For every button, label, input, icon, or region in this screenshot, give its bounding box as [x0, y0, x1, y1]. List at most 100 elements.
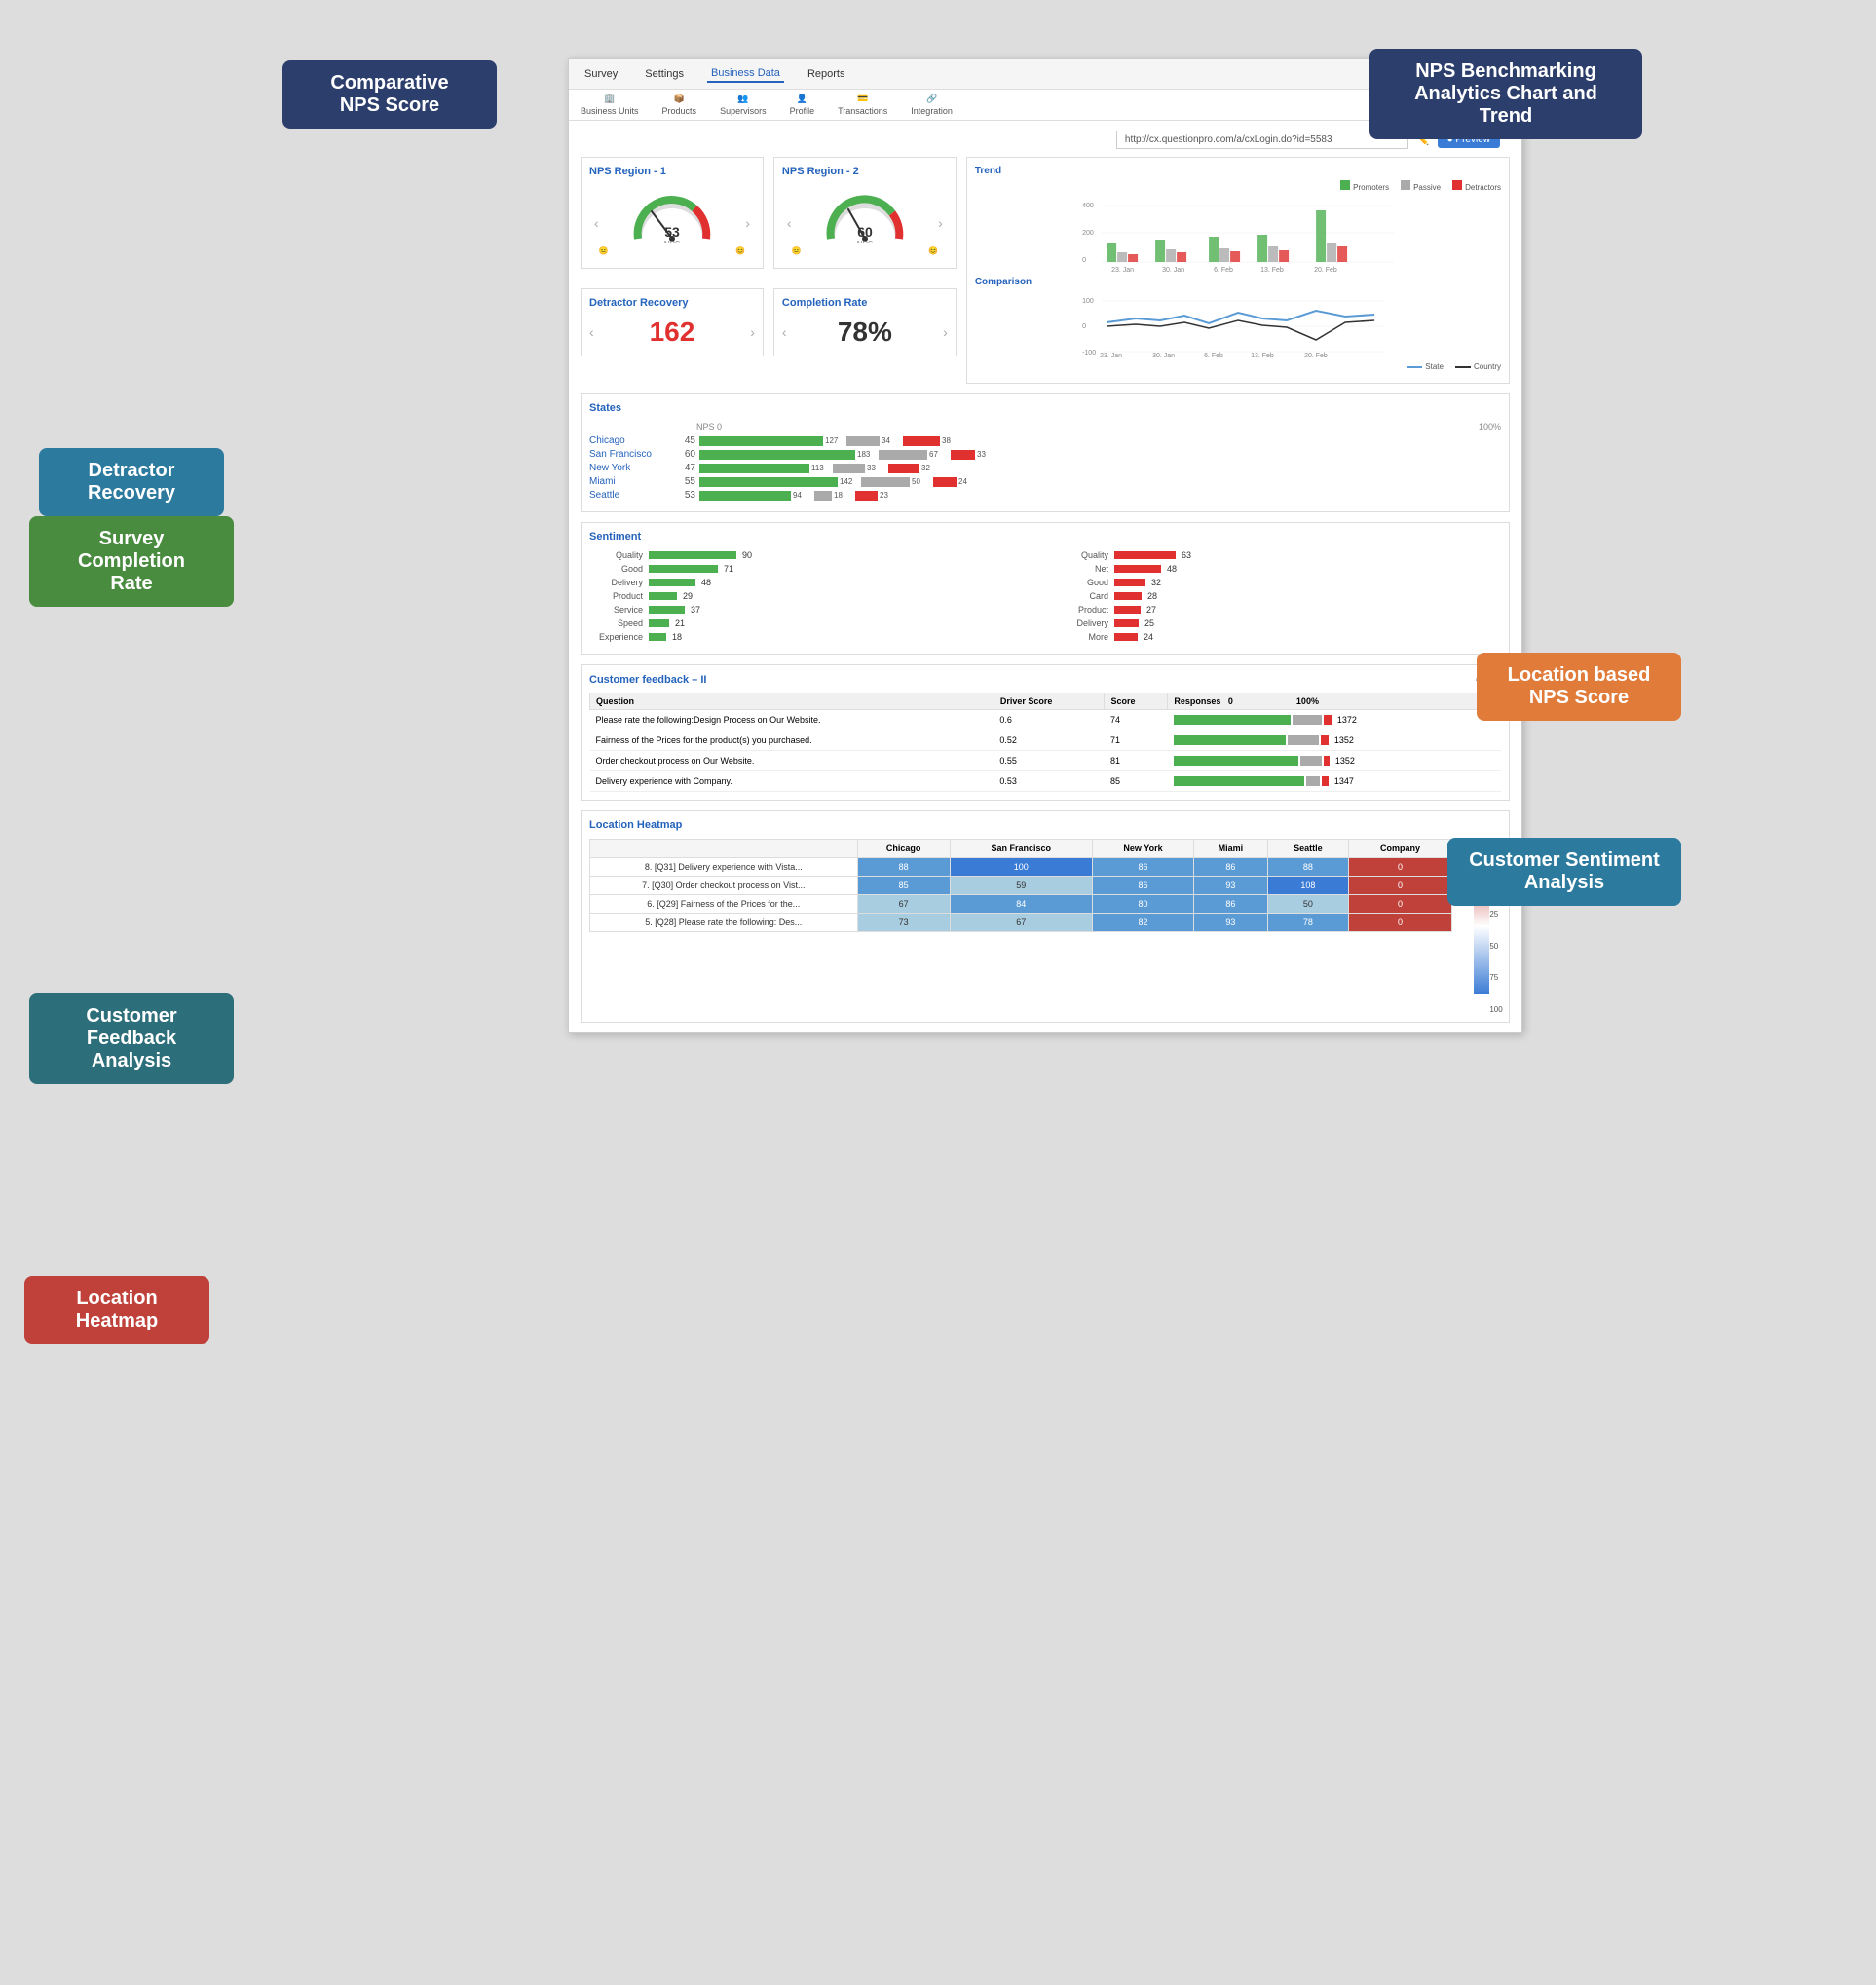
heatmap-section: Location Heatmap Chicago San Francisco N… [581, 810, 1510, 1023]
heatmap-row-1: 8. [Q31] Delivery experience with Vista.… [590, 858, 1452, 877]
feedback-row-3: Order checkout process on Our Website. 0… [590, 751, 1501, 771]
nav-reports[interactable]: Reports [804, 66, 849, 82]
state-row-miami: Miami 55 142 50 24 [589, 476, 1501, 487]
nps-region1-title: NPS Region - 1 [589, 166, 755, 177]
annotation-location-heatmap: Location Heatmap [24, 1276, 209, 1344]
state-row-seattle: Seattle 53 94 18 23 [589, 490, 1501, 501]
state-row-chicago: Chicago 45 127 34 38 [589, 435, 1501, 446]
icon-products[interactable]: 📦 Products [662, 94, 697, 116]
feedback-section: Customer feedback – II ✏ ✕ Question Driv… [581, 664, 1510, 801]
svg-text:53: 53 [664, 224, 680, 240]
annotation-comparative-nps: Comparative NPS Score [282, 60, 497, 129]
svg-text:NPS: NPS [664, 240, 680, 243]
svg-text:60: 60 [857, 224, 873, 240]
svg-text:0: 0 [1082, 257, 1086, 264]
heatmap-row-4: 5. [Q28] Please rate the following: Des.… [590, 914, 1452, 932]
icon-integration[interactable]: 🔗 Integration [911, 94, 953, 116]
dashboard-content: ✏️ ● Preview NPS Region - 1 ‹ [569, 121, 1521, 1032]
icon-transactions[interactable]: 💳 Transactions [838, 94, 887, 116]
annotation-detractor-recovery: Detractor Recovery [39, 448, 224, 516]
sentiment-cols: Quality90 Good71 Delivery48 Product29 Se… [589, 550, 1501, 646]
col-driver-score: Driver Score [994, 693, 1105, 710]
heatmap-row-2: 7. [Q30] Order checkout process on Vist.… [590, 877, 1452, 895]
states-headers: NPS 0 100% [589, 422, 1501, 431]
icon-business-units[interactable]: 🏢 Business Units [581, 94, 639, 116]
heatmap-col-chicago: Chicago [857, 840, 950, 858]
comparison-title: Comparison [975, 277, 1501, 287]
nps1-next-arrow[interactable]: › [745, 215, 750, 231]
feedback-header: Customer feedback – II ✏ ✕ [589, 673, 1501, 687]
svg-text:NPS: NPS [857, 240, 873, 243]
svg-text:100: 100 [1082, 298, 1094, 305]
nav-business-data[interactable]: Business Data [707, 65, 784, 83]
svg-text:20. Feb: 20. Feb [1314, 267, 1337, 274]
col-score: Score [1105, 693, 1168, 710]
detractor-next[interactable]: › [750, 324, 755, 340]
trend-panel: Trend Promoters Passive Detractors 400 2… [966, 157, 1510, 384]
comparison-legend: State Country [975, 362, 1501, 371]
annotation-nps-benchmarking: NPS Benchmarking Analytics Chart and Tre… [1369, 49, 1642, 139]
comparison-chart-svg: 100 0 -100 23. Jan 30. Jan [975, 291, 1501, 359]
svg-text:6. Feb: 6. Feb [1204, 353, 1223, 359]
completion-panel: Completion Rate ‹ 78% › [773, 288, 957, 356]
completion-value: 78% [787, 317, 944, 348]
nps-region2-title: NPS Region - 2 [782, 166, 948, 177]
heatmap-col-sf: San Francisco [950, 840, 1092, 858]
nav-survey[interactable]: Survey [581, 66, 621, 82]
trend-chart-svg: 400 200 0 [975, 196, 1501, 274]
heatmap-col-label [590, 840, 858, 858]
col-responses: Responses 0 100% [1168, 693, 1501, 710]
col-question: Question [590, 693, 994, 710]
states-section: States NPS 0 100% Chicago 45 127 34 3 [581, 393, 1510, 512]
detractor-panel: Detractor Recovery ‹ 162 › [581, 288, 764, 356]
svg-text:13. Feb: 13. Feb [1260, 267, 1284, 274]
svg-text:-100: -100 [1082, 350, 1096, 356]
svg-text:6. Feb: 6. Feb [1214, 267, 1233, 274]
feedback-table: Question Driver Score Score Responses 0 … [589, 693, 1501, 792]
state-row-sanfrancisco: San Francisco 60 183 67 33 [589, 449, 1501, 460]
icon-supervisors[interactable]: 👥 Supervisors [720, 94, 767, 116]
svg-text:200: 200 [1082, 230, 1094, 237]
detractor-value: 162 [594, 317, 751, 348]
nav-settings[interactable]: Settings [641, 66, 688, 82]
dashboard-panel: Survey Settings Business Data Reports 🏢 … [568, 58, 1522, 1033]
svg-text:20. Feb: 20. Feb [1304, 353, 1328, 359]
annotation-customer-sentiment: Customer Sentiment Analysis [1447, 838, 1681, 906]
detractor-title: Detractor Recovery [589, 297, 755, 309]
svg-text:0: 0 [1082, 323, 1086, 330]
heatmap-table: Chicago San Francisco New York Miami Sea… [589, 839, 1452, 932]
feedback-row-4: Delivery experience with Company. 0.53 8… [590, 771, 1501, 792]
state-row-newyork: New York 47 113 33 32 [589, 463, 1501, 473]
nps1-gauge: 53 NPS 😐😊 [599, 190, 746, 255]
feedback-row-2: Fairness of the Prices for the product(s… [590, 730, 1501, 751]
icon-profile[interactable]: 👤 Profile [790, 94, 815, 116]
sentiment-section: Sentiment Quality90 Good71 Delivery48 Pr… [581, 522, 1510, 655]
svg-text:30. Jan: 30. Jan [1152, 353, 1175, 359]
svg-text:13. Feb: 13. Feb [1251, 353, 1274, 359]
sentiment-left: Quality90 Good71 Delivery48 Product29 Se… [589, 550, 1035, 646]
trend-title: Trend [975, 166, 1501, 176]
completion-next[interactable]: › [943, 324, 948, 340]
heatmap-row-3: 6. [Q29] Fairness of the Prices for the.… [590, 895, 1452, 914]
nps-panel-1: NPS Region - 1 ‹ [581, 157, 764, 269]
annotation-location-nps: Location based NPS Score [1477, 653, 1681, 721]
states-title: States [589, 402, 1501, 414]
svg-text:23. Jan: 23. Jan [1111, 267, 1134, 274]
sentiment-title: Sentiment [589, 531, 1501, 543]
sentiment-right: Quality63 Net48 Good32 Card28 Product27 … [1055, 550, 1501, 646]
annotation-survey-completion: Survey Completion Rate [29, 516, 234, 607]
heatmap-col-company: Company [1349, 840, 1452, 858]
svg-text:30. Jan: 30. Jan [1162, 267, 1184, 274]
gauge2-svg: 60 NPS [821, 190, 909, 243]
heatmap-title: Location Heatmap [589, 819, 1501, 831]
trend-legend: Promoters Passive Detractors [975, 180, 1501, 192]
heatmap-col-seattle: Seattle [1267, 840, 1348, 858]
url-input[interactable] [1116, 131, 1408, 149]
nps-panels-row: NPS Region - 1 ‹ [581, 157, 957, 269]
svg-text:400: 400 [1082, 203, 1094, 209]
nps2-next-arrow[interactable]: › [938, 215, 943, 231]
heatmap-col-miami: Miami [1194, 840, 1268, 858]
svg-text:23. Jan: 23. Jan [1100, 353, 1122, 359]
dc-row: Detractor Recovery ‹ 162 › Completion R [581, 288, 957, 356]
nps-panel-2: NPS Region - 2 ‹ [773, 157, 957, 269]
